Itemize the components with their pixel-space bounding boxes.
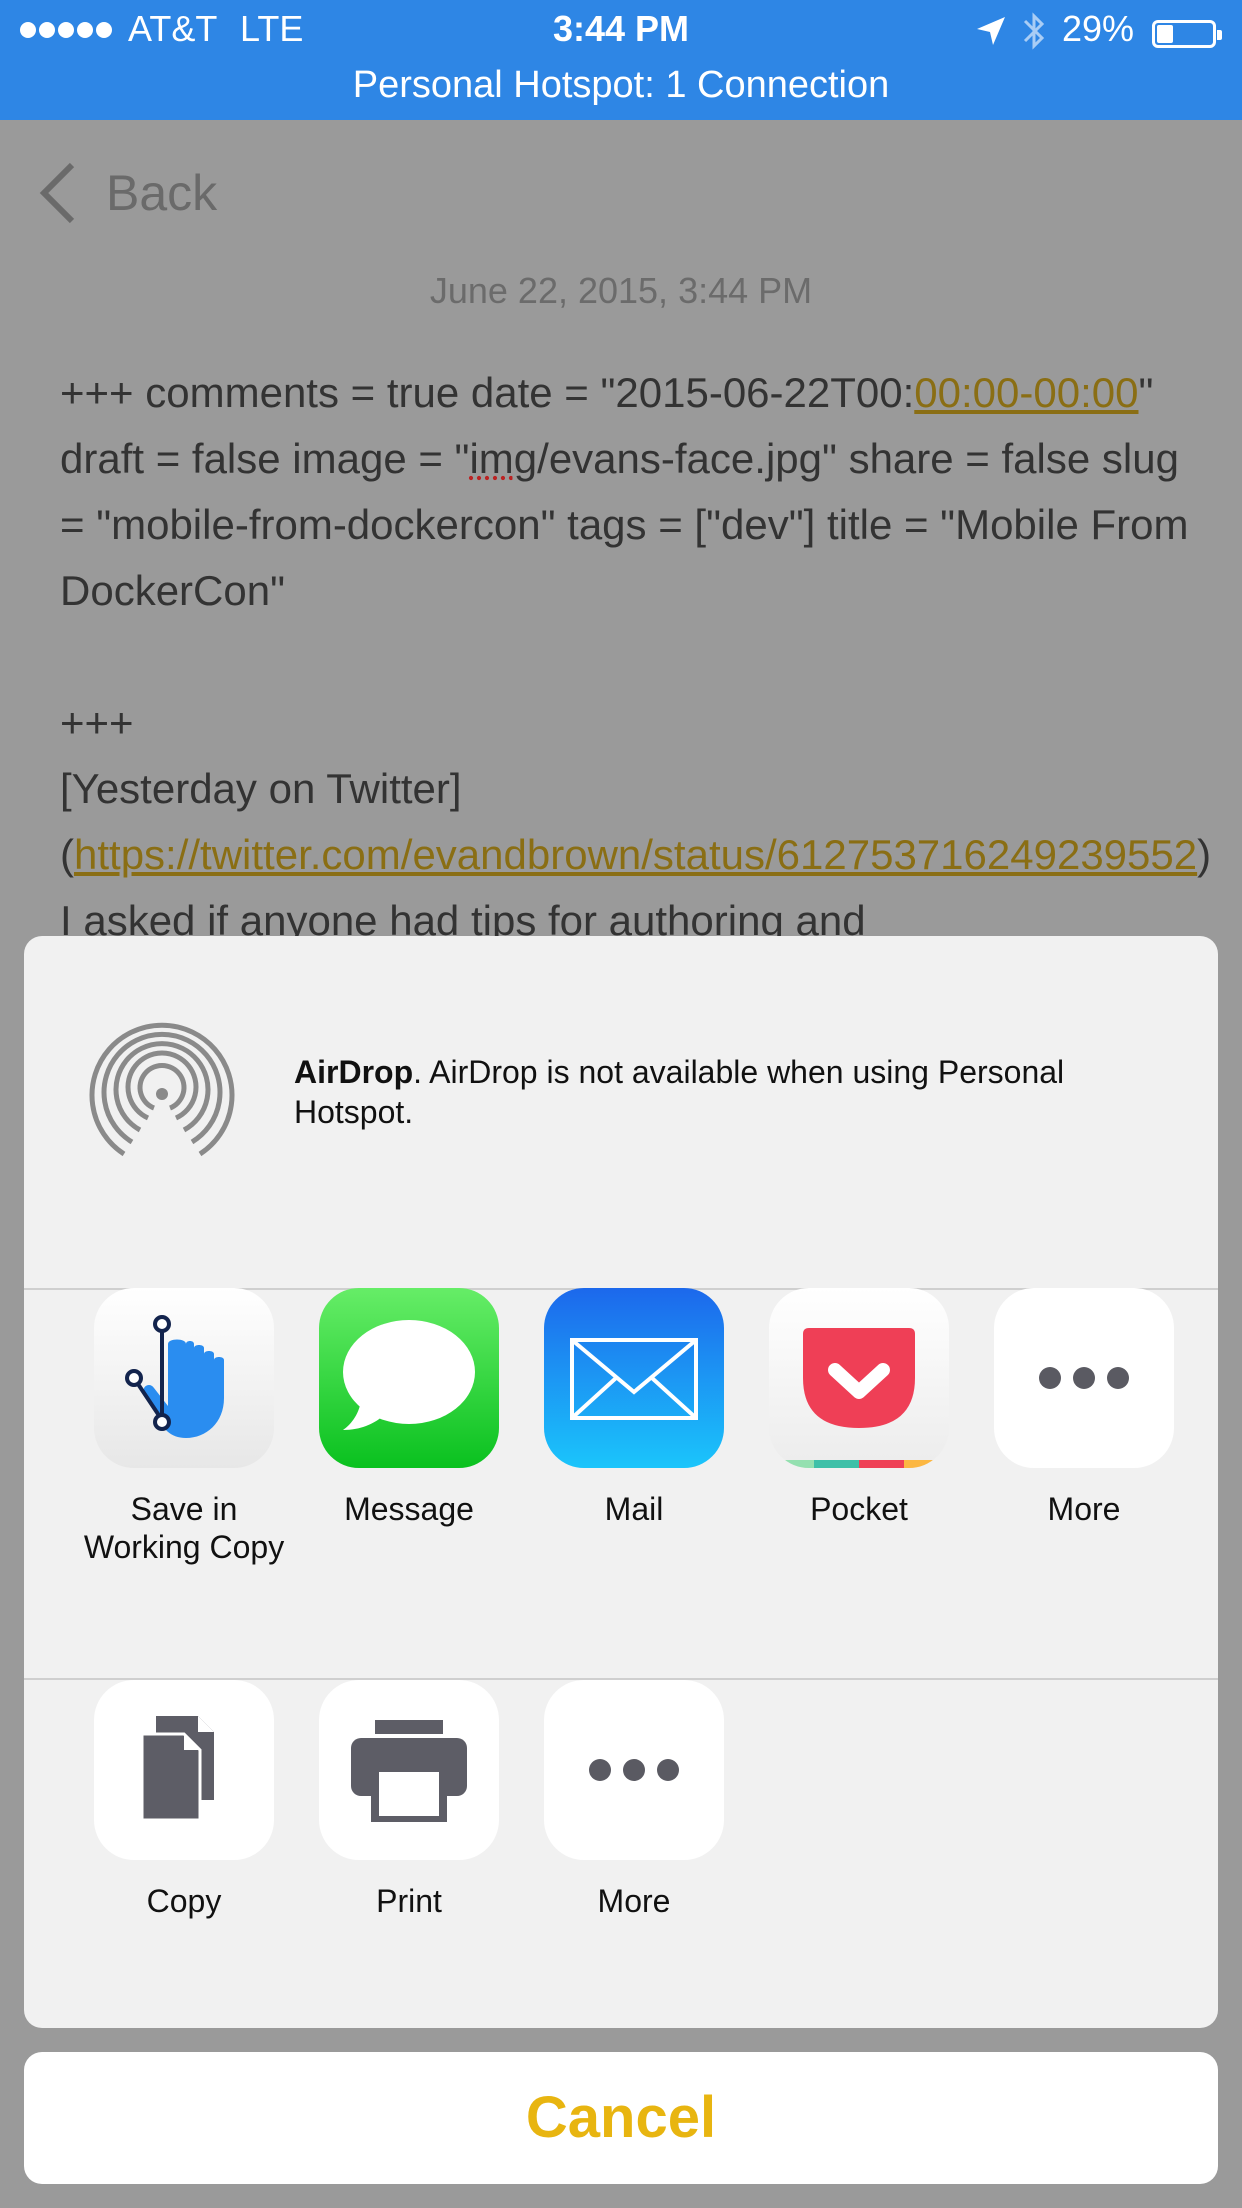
date-link[interactable]: 00:00-00:00 — [914, 369, 1138, 416]
front-matter-end: +++ — [60, 699, 134, 746]
mail-icon — [544, 1288, 724, 1468]
airdrop-section: AirDrop. AirDrop is not available when u… — [24, 936, 1218, 1288]
working-copy-icon — [94, 1288, 274, 1468]
text-run: ( — [60, 831, 74, 878]
airdrop-title: AirDrop — [294, 1054, 414, 1090]
chevron-left-icon — [39, 162, 75, 224]
more-icon — [994, 1288, 1174, 1468]
twitter-link[interactable]: https://twitter.com/evandbrown/status/61… — [74, 831, 1197, 878]
battery-icon — [1152, 20, 1222, 48]
action-label: Copy — [146, 1883, 222, 1919]
back-label: Back — [106, 165, 218, 221]
status-bar: AT&T LTE 3:44 PM 29% Personal Hotspot: 1… — [0, 0, 1242, 120]
action-print[interactable]: Print — [299, 1680, 519, 1920]
cancel-button[interactable]: Cancel — [24, 2052, 1218, 2184]
action-copy[interactable]: Copy — [74, 1680, 294, 1920]
share-message[interactable]: Message — [299, 1288, 519, 1528]
share-pocket[interactable]: Pocket — [749, 1288, 969, 1528]
battery-fill — [1157, 25, 1173, 43]
airdrop-message: AirDrop. AirDrop is not available when u… — [294, 1052, 1154, 1132]
action-label: Print — [376, 1883, 442, 1919]
share-label: Pocket — [810, 1491, 908, 1527]
print-icon — [319, 1680, 499, 1860]
pocket-icon — [769, 1288, 949, 1468]
share-mail[interactable]: Mail — [524, 1288, 744, 1528]
share-sheet: AirDrop. AirDrop is not available when u… — [24, 936, 1218, 2028]
share-more-apps[interactable]: More — [974, 1288, 1194, 1528]
text-run: +++ comments = true date = "2015-06-22T0… — [60, 369, 915, 416]
share-label: Save in Working Copy — [74, 1490, 294, 1566]
battery-percentage: 29% — [1062, 8, 1135, 49]
copy-icon — [94, 1680, 274, 1860]
back-button[interactable]: Back — [38, 158, 217, 228]
document-date: June 22, 2015, 3:44 PM — [429, 270, 813, 311]
more-icon — [544, 1680, 724, 1860]
action-label: More — [597, 1883, 671, 1919]
share-apps-row: Save in Working Copy Message Mail Pocket… — [24, 1288, 1218, 1678]
action-more[interactable]: More — [524, 1680, 744, 1920]
label-line: Save in — [130, 1491, 238, 1527]
bluetooth-icon — [1023, 12, 1045, 50]
share-save-in-working-copy[interactable]: Save in Working Copy — [74, 1288, 294, 1566]
label-line: Working Copy — [83, 1529, 285, 1565]
share-label: Mail — [604, 1491, 664, 1527]
markdown-link-text: [Yesterday on Twitter] — [60, 765, 462, 812]
document-body: +++ comments = true date = "2015-06-22T0… — [60, 360, 1211, 954]
share-actions-row: Copy Print More — [24, 1680, 1218, 2028]
message-icon — [319, 1288, 499, 1468]
airdrop-icon — [89, 1022, 235, 1157]
share-label: More — [1047, 1491, 1121, 1527]
share-label: Message — [344, 1491, 474, 1527]
misspelled-word: img — [469, 435, 538, 482]
paragraph-text: (https://twitter.com/evandbrown/status/6… — [60, 822, 1211, 954]
location-arrow-icon — [977, 17, 1005, 45]
hotspot-banner[interactable]: Personal Hotspot: 1 Connection — [0, 64, 1242, 107]
front-matter-text: +++ comments = true date = "2015-06-22T0… — [60, 360, 1190, 624]
status-time: 3:44 PM — [552, 8, 690, 49]
